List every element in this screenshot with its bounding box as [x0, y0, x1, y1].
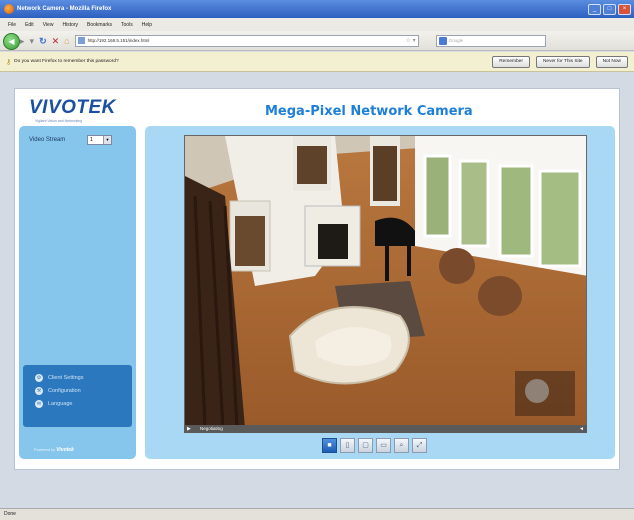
close-button[interactable]: × [618, 3, 631, 15]
sidebar-item-label: Client Settings [48, 374, 84, 381]
window-controls: _ □ × [588, 3, 634, 15]
never-for-site-button[interactable]: Never for This Site [535, 55, 590, 68]
digital-zoom-button[interactable]: ⌕ [394, 438, 409, 453]
menu-history[interactable]: History [62, 22, 78, 28]
password-notification-bar: ⚷ Do you want Firefox to remember this p… [0, 52, 634, 72]
navigation-toolbar: ◀ ▸ ▾ ↻ ✕ ⌂ http://192.168.5.151/index.h… [0, 31, 634, 51]
sidebar-item-configuration[interactable]: ⚒ Configuration [35, 384, 132, 397]
video-stream-value: 1 [90, 137, 93, 143]
sidebar-item-client-settings[interactable]: ⚙ Client Settings [35, 371, 132, 384]
pause-video-button[interactable]: ▯ [340, 438, 355, 453]
record-video-button[interactable]: ▢ [358, 438, 373, 453]
live-video-view[interactable] [184, 135, 587, 427]
video-control-buttons: ■ ▯ ▢ ▭ ⌕ ⤢ [322, 438, 427, 453]
sidebar-item-label: Language [48, 400, 73, 407]
wrench-icon: ⚒ [35, 386, 43, 395]
sidebar-item-language[interactable]: ✉ Language [35, 397, 132, 410]
powered-by: Powered by Vivotek [34, 447, 74, 453]
password-message: Do you want Firefox to remember this pas… [14, 59, 119, 64]
volume-icon[interactable]: ◄ [579, 425, 584, 433]
gear-icon: ⚙ [35, 373, 43, 382]
maximize-button[interactable]: □ [603, 3, 616, 15]
video-status-bar: ▶ Negotiating ◄ [184, 425, 587, 433]
forward-icon[interactable]: ▸ [20, 35, 25, 47]
search-engine-icon[interactable] [438, 36, 447, 45]
living-room-camera-image [185, 136, 586, 426]
camera-web-page: VIVOTEK Vigilant Vision and Networking M… [14, 88, 620, 470]
history-dropdown-icon[interactable]: ▾ [30, 35, 35, 47]
page-title: Mega-Pixel Network Camera [265, 104, 473, 119]
sidebar-item-label: Configuration [48, 387, 81, 394]
speech-bubble-icon: ✉ [35, 399, 43, 408]
not-now-button[interactable]: Not Now [595, 55, 628, 68]
address-url: http://192.168.5.151/index.html [87, 38, 150, 43]
back-button[interactable]: ◀ [3, 33, 20, 50]
site-favicon-icon [77, 37, 85, 44]
remember-button[interactable]: Remember [492, 55, 530, 68]
menu-bar: File Edit View History Bookmarks Tools H… [0, 18, 634, 31]
powered-by-brand: Vivotek [56, 447, 74, 453]
menu-view[interactable]: View [43, 22, 54, 28]
home-icon[interactable]: ⌂ [64, 35, 69, 47]
bookmark-star-icon[interactable]: ☆ ▾ [406, 37, 418, 44]
minimize-button[interactable]: _ [588, 3, 601, 15]
menu-bookmarks[interactable]: Bookmarks [87, 22, 112, 28]
address-bar[interactable]: http://192.168.5.151/index.html ☆ ▾ [74, 34, 419, 47]
video-stream-select[interactable]: 1 ▼ [87, 135, 112, 145]
stop-icon[interactable]: ✕ [52, 35, 60, 47]
video-status-text: Negotiating [200, 426, 223, 431]
sidebar-links: ⚙ Client Settings ⚒ Configuration ✉ Lang… [23, 365, 132, 427]
key-icon: ⚷ [6, 58, 12, 66]
stop-video-button[interactable]: ■ [322, 438, 337, 453]
menu-file[interactable]: File [8, 22, 16, 28]
powered-by-text: Powered by [34, 447, 56, 452]
logo-tagline: Vigilant Vision and Networking [35, 119, 83, 123]
search-placeholder: Google [448, 38, 464, 43]
menu-help[interactable]: Help [142, 22, 152, 28]
browser-status-bar: Done [0, 508, 634, 520]
fullscreen-button[interactable]: ⤢ [412, 438, 427, 453]
chevron-down-icon: ▼ [103, 136, 111, 144]
video-panel: ▶ Negotiating ◄ ■ ▯ ▢ ▭ ⌕ ⤢ [145, 126, 615, 459]
video-stream-label: Video Stream [29, 137, 66, 143]
search-box[interactable]: Google [435, 34, 546, 47]
reload-icon[interactable]: ↻ [39, 35, 47, 47]
window-title-bar: Network Camera - Mozilla Firefox _ □ × [0, 0, 634, 18]
vivotek-logo: VIVOTEK [29, 97, 116, 118]
firefox-icon [4, 4, 14, 14]
snapshot-button[interactable]: ▭ [376, 438, 391, 453]
menu-tools[interactable]: Tools [121, 22, 133, 28]
menu-edit[interactable]: Edit [25, 22, 34, 28]
left-sidebar: Video Stream 1 ▼ ⚙ Client Settings ⚒ Con… [19, 126, 136, 459]
play-icon[interactable]: ▶ [187, 425, 191, 433]
window-title: Network Camera - Mozilla Firefox [17, 6, 112, 12]
